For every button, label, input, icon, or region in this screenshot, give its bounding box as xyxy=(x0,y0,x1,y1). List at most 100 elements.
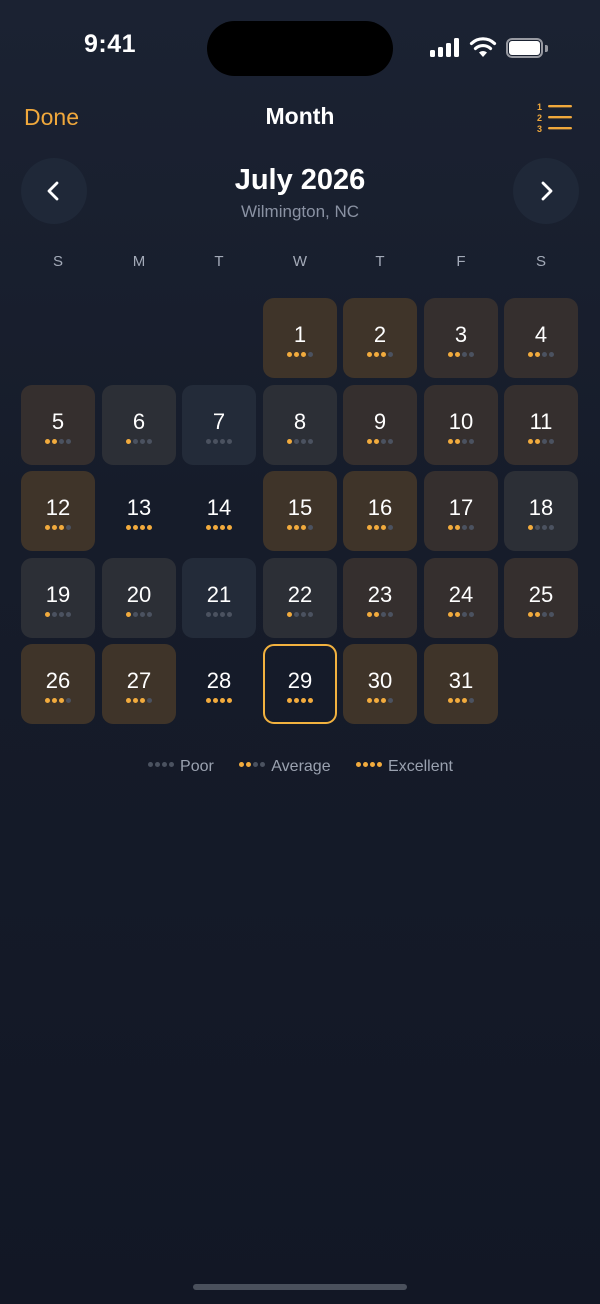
rating-dot-empty xyxy=(308,439,313,444)
rating-dot-empty xyxy=(213,439,218,444)
rating-dot-filled xyxy=(52,439,57,444)
calendar-day[interactable]: 31 xyxy=(424,644,498,724)
calendar-day[interactable]: 16 xyxy=(343,471,417,551)
rating-dots xyxy=(182,698,256,703)
rating-dot-filled xyxy=(126,698,131,703)
calendar-day[interactable]: 8 xyxy=(263,385,337,465)
rating-dot-filled xyxy=(455,525,460,530)
rating-dot-filled xyxy=(301,525,306,530)
rating-dot-filled xyxy=(133,698,138,703)
weekday-label: F xyxy=(456,253,466,270)
rating-dot-filled xyxy=(367,439,372,444)
next-month-button[interactable] xyxy=(513,158,579,224)
calendar-day[interactable]: 22 xyxy=(263,558,337,638)
day-number: 15 xyxy=(287,495,313,520)
calendar-day[interactable]: 27 xyxy=(102,644,176,724)
rating-dots xyxy=(343,439,417,444)
calendar-day[interactable]: 30 xyxy=(343,644,417,724)
status-bar: 9:41 xyxy=(0,0,600,96)
rating-dot-filled xyxy=(367,352,372,357)
calendar-day[interactable]: 4 xyxy=(504,298,578,378)
rating-dot-filled xyxy=(374,439,379,444)
calendar-day[interactable]: 5 xyxy=(21,385,95,465)
rating-dot-empty xyxy=(469,525,474,530)
calendar-day[interactable]: 6 xyxy=(102,385,176,465)
day-number: 7 xyxy=(212,409,226,434)
calendar-day[interactable]: 7 xyxy=(182,385,256,465)
day-number: 25 xyxy=(528,582,554,607)
rating-dot-filled xyxy=(528,439,533,444)
calendar-day[interactable]: 25 xyxy=(504,558,578,638)
status-time: 9:41 xyxy=(83,30,137,58)
rating-dot-empty xyxy=(66,439,71,444)
chevron-right-icon xyxy=(541,181,553,201)
rating-dot-empty xyxy=(147,698,152,703)
rating-dot-filled xyxy=(381,525,386,530)
calendar-day[interactable]: 12 xyxy=(21,471,95,551)
day-number: 30 xyxy=(367,668,393,693)
rating-dots xyxy=(265,698,335,703)
rating-dots xyxy=(263,352,337,357)
calendar-day[interactable]: 17 xyxy=(424,471,498,551)
weekday-label: M xyxy=(132,253,146,270)
calendar-day[interactable]: 23 xyxy=(343,558,417,638)
rating-dot-empty xyxy=(542,612,547,617)
calendar-day[interactable]: 10 xyxy=(424,385,498,465)
rating-dots xyxy=(504,525,578,530)
rating-dot-filled xyxy=(213,698,218,703)
rating-dot-filled xyxy=(381,352,386,357)
calendar-day[interactable]: 18 xyxy=(504,471,578,551)
rating-dot-filled xyxy=(374,698,379,703)
rating-dot-filled xyxy=(220,525,225,530)
day-number: 17 xyxy=(448,495,474,520)
calendar-day[interactable]: 14 xyxy=(182,471,256,551)
calendar-day[interactable]: 3 xyxy=(424,298,498,378)
rating-dot-filled xyxy=(294,698,299,703)
calendar-day[interactable]: 21 xyxy=(182,558,256,638)
day-number: 16 xyxy=(367,495,393,520)
rating-dots xyxy=(102,439,176,444)
rating-dot-filled xyxy=(367,612,372,617)
rating-dot-filled xyxy=(535,352,540,357)
calendar-day[interactable]: 15 xyxy=(263,471,337,551)
calendar-day[interactable]: 13 xyxy=(102,471,176,551)
calendar-day[interactable]: 19 xyxy=(21,558,95,638)
calendar-day[interactable]: 9 xyxy=(343,385,417,465)
rating-dots xyxy=(21,525,95,530)
weekday-label: W xyxy=(292,253,308,270)
rating-dot-empty xyxy=(388,439,393,444)
calendar-day[interactable]: 24 xyxy=(424,558,498,638)
numbered-list-icon[interactable]: 1 2 3 xyxy=(536,101,574,134)
rating-dot-filled xyxy=(287,525,292,530)
day-number: 29 xyxy=(287,668,313,693)
rating-dot-empty xyxy=(549,525,554,530)
rating-dot-empty xyxy=(59,612,64,617)
day-number: 24 xyxy=(448,582,474,607)
calendar-day[interactable]: 28 xyxy=(182,644,256,724)
legend-item-average: Average xyxy=(238,758,331,776)
rating-dot-empty xyxy=(549,612,554,617)
rating-dot-filled xyxy=(528,352,533,357)
rating-dot-filled xyxy=(45,612,50,617)
day-number: 8 xyxy=(293,409,307,434)
rating-dot-filled xyxy=(126,612,131,617)
rating-dot-filled xyxy=(301,352,306,357)
rating-dot-filled xyxy=(356,762,362,768)
rating-dot-filled xyxy=(455,352,460,357)
day-number: 26 xyxy=(45,668,71,693)
calendar-day[interactable]: 26 xyxy=(21,644,95,724)
day-number: 31 xyxy=(448,668,474,693)
rating-dot-empty xyxy=(301,439,306,444)
calendar-day[interactable]: 11 xyxy=(504,385,578,465)
rating-dot-empty xyxy=(66,525,71,530)
rating-dot-filled xyxy=(377,762,383,768)
rating-dots xyxy=(343,352,417,357)
calendar-day[interactable]: 2 xyxy=(343,298,417,378)
calendar-day[interactable]: 1 xyxy=(263,298,337,378)
rating-dot-empty xyxy=(535,525,540,530)
rating-dot-empty xyxy=(388,698,393,703)
rating-dot-filled xyxy=(367,525,372,530)
calendar-day[interactable]: 20 xyxy=(102,558,176,638)
home-indicator xyxy=(193,1284,407,1290)
calendar-day-selected[interactable]: 29 xyxy=(263,644,337,724)
